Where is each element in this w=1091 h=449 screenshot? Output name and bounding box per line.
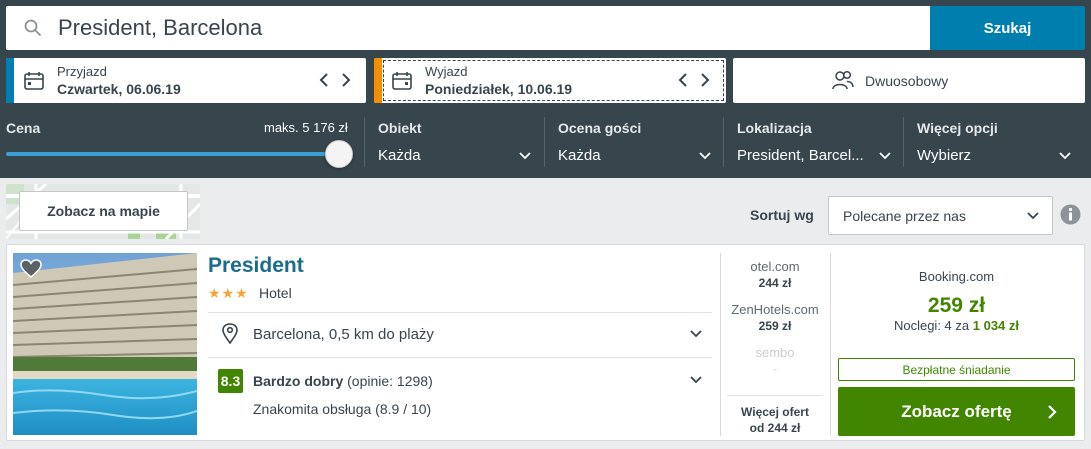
hotel-location[interactable]: Barcelona, 0,5 km do plaży: [253, 326, 434, 343]
sort-select[interactable]: Polecane przez nas: [828, 196, 1053, 235]
chevron-right-icon[interactable]: [698, 70, 712, 90]
checkin-label: Przyjazd: [57, 64, 107, 79]
view-offer-button[interactable]: Zobacz ofertę: [838, 387, 1075, 436]
chevron-down-icon[interactable]: [698, 149, 712, 163]
price-filter-label: Cena: [6, 120, 41, 136]
price-slider-track[interactable]: [6, 152, 339, 156]
divider: [544, 117, 545, 167]
divider: [208, 312, 712, 313]
hotel-photo[interactable]: [13, 253, 197, 435]
chevron-down-icon[interactable]: [689, 327, 703, 341]
search-button[interactable]: Szukaj: [930, 6, 1085, 50]
deal-sembo: sembo -: [721, 345, 829, 377]
checkin-arrows: [317, 70, 357, 90]
divider: [208, 357, 712, 358]
guests-icon: [832, 70, 854, 90]
heart-icon[interactable]: [20, 259, 42, 279]
nights-prefix: Noclegi: 4 za: [893, 318, 970, 333]
best-deal-price: 259 zł: [927, 294, 986, 317]
more-offers-link[interactable]: Więcej ofert od 244 zł: [727, 404, 823, 436]
price-max-value: maks. 5 176 zł: [264, 120, 348, 135]
more-filter-value[interactable]: Wybierz: [917, 147, 971, 164]
location-filter-label: Lokalizacja: [737, 120, 812, 136]
total-price-line: Noclegi: 4 za 1 034 zł: [838, 318, 1075, 333]
more-offers-line2: od 244 zł: [749, 421, 801, 435]
deal-price: 244 zł: [758, 276, 792, 290]
sort-label: Sortuj wg: [750, 207, 814, 223]
chevron-left-icon[interactable]: [317, 70, 331, 90]
checkout-accent: [374, 58, 382, 103]
divider: [364, 117, 365, 167]
deal-price: -: [773, 362, 777, 376]
best-deal-site: Booking.com: [918, 269, 995, 284]
checkin-accent: [6, 58, 14, 103]
free-breakfast-badge: Bezpłatne śniadanie: [838, 358, 1075, 381]
rating-score-badge: 8.3: [218, 369, 243, 393]
divider: [723, 117, 724, 167]
rating-word: Bardzo dobry: [253, 373, 344, 389]
deal-price: 259 zł: [758, 319, 792, 333]
chevron-down-icon[interactable]: [1058, 149, 1072, 163]
calendar-icon: [392, 72, 412, 90]
rating-filter-label: Ocena gości: [558, 120, 642, 136]
calendar-icon: [24, 72, 44, 90]
hotel-name[interactable]: President: [208, 254, 304, 278]
rating-subscore: Znakomita obsługa (8.9 / 10): [253, 401, 432, 417]
search-query: President, Barcelona: [58, 15, 263, 40]
location-filter-value[interactable]: President, Barcel...: [737, 147, 864, 164]
deal-zenhotels[interactable]: ZenHotels.com 259 zł: [721, 302, 829, 334]
divider: [830, 253, 831, 436]
checkout-date-field[interactable]: Wyjazd Poniedziałek, 10.06.19: [374, 58, 726, 103]
divider: [727, 395, 823, 396]
hotel-stars: ★★★: [208, 285, 249, 301]
info-icon[interactable]: [1060, 204, 1081, 225]
deal-site: ZenHotels.com: [731, 302, 819, 317]
view-offer-label: Zobacz ofertę: [901, 401, 1012, 421]
room-type-label: Dwuosobowy: [865, 73, 949, 89]
location-pin-icon: [222, 323, 238, 344]
more-filter-label: Więcej opcji: [917, 120, 998, 136]
sort-value: Polecane przez nas: [843, 208, 966, 224]
checkout-arrows: [676, 70, 716, 90]
more-offers-line1: Więcej ofert: [741, 405, 809, 419]
chevron-down-icon: [1027, 212, 1039, 220]
room-type-selector[interactable]: Dwuosobowy: [733, 58, 1085, 103]
checkin-value: Czwartek, 06.06.19: [57, 81, 181, 97]
property-filter-value[interactable]: Każda: [378, 147, 421, 164]
price-slider-handle[interactable]: [325, 140, 353, 168]
checkin-date-field[interactable]: Przyjazd Czwartek, 06.06.19: [6, 58, 366, 103]
deal-otel[interactable]: otel.com 244 zł: [721, 259, 829, 291]
hotel-type: Hotel: [259, 285, 292, 301]
nights-total: 1 034 zł: [972, 318, 1020, 333]
search-icon: [24, 19, 42, 37]
rating-summary[interactable]: Bardzo dobry (opinie: 1298): [253, 373, 433, 389]
checkout-label: Wyjazd: [425, 64, 468, 79]
rating-filter-value[interactable]: Każda: [558, 147, 601, 164]
search-input[interactable]: President, Barcelona: [6, 6, 930, 50]
chevron-left-icon[interactable]: [676, 70, 690, 90]
chevron-down-icon[interactable]: [878, 149, 892, 163]
property-filter-label: Obiekt: [378, 120, 422, 136]
search-bar: President, Barcelona Szukaj: [6, 6, 1085, 50]
chevron-down-icon[interactable]: [518, 149, 532, 163]
divider: [903, 117, 904, 167]
deal-site: otel.com: [750, 259, 800, 274]
checkout-value: Poniedziałek, 10.06.19: [425, 81, 573, 97]
show-map-button[interactable]: Zobacz na mapie: [19, 191, 188, 231]
chevron-right-icon[interactable]: [339, 70, 353, 90]
deal-site: sembo: [755, 345, 795, 360]
rating-reviews: (opinie: 1298): [347, 373, 433, 389]
chevron-right-icon: [1048, 405, 1057, 419]
chevron-down-icon[interactable]: [689, 373, 703, 387]
hotel-image: [13, 253, 197, 435]
